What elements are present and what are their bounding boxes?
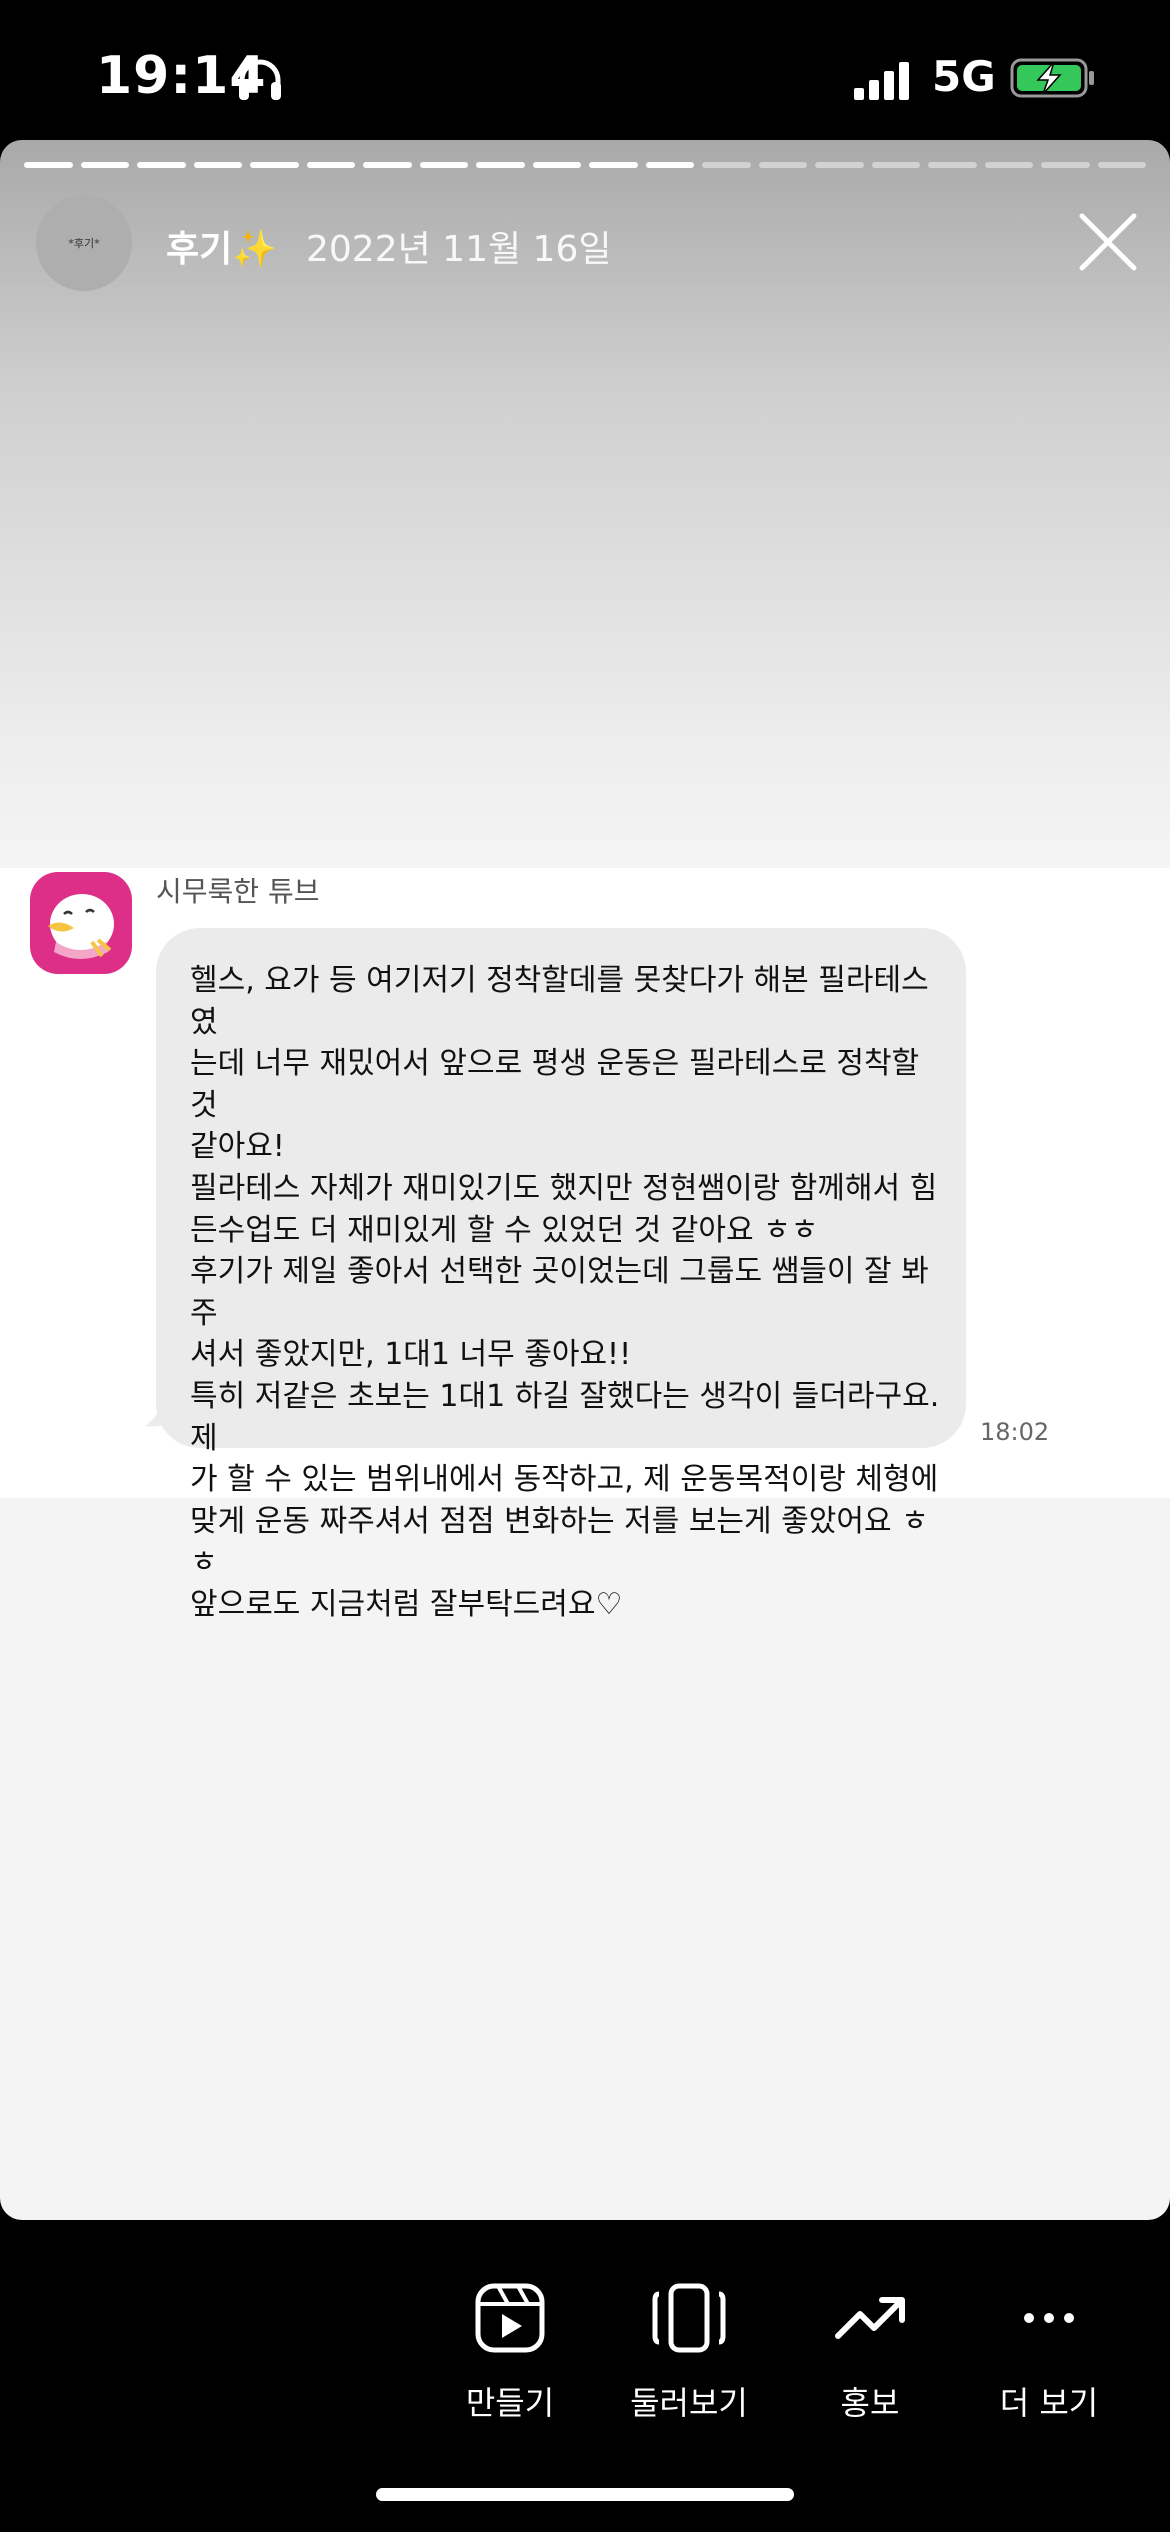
toolbar-promote-button[interactable]: 홍보 (785, 2280, 955, 2424)
story-progress-bar (24, 162, 1146, 168)
story-progress-segment (419, 162, 468, 168)
duck-character-icon (48, 894, 114, 959)
more-icon (1024, 2313, 1074, 2323)
story-progress-segment (702, 162, 751, 168)
story-progress-segment (1041, 162, 1090, 168)
chat-message-text: 헬스, 요가 등 여기저기 정착할데를 못찾다가 해본 필라테스였 는데 너무 … (190, 963, 940, 1622)
story-date: 2022년 11월 16일 (306, 229, 612, 270)
story-progress-segment (80, 162, 129, 168)
story-progress-segment (250, 162, 299, 168)
toolbar-more-label: 더 보기 (999, 2384, 1099, 2422)
story-progress-segment (532, 162, 581, 168)
browse-icon (652, 2283, 726, 2353)
story-progress-segment (589, 162, 638, 168)
toolbar-promote-label: 홍보 (840, 2384, 900, 2422)
toolbar-create-button[interactable]: 만들기 (425, 2280, 595, 2424)
home-indicator[interactable] (376, 2488, 794, 2501)
toolbar-create-label: 만들기 (465, 2384, 555, 2422)
story-progress-segment (984, 162, 1033, 168)
close-icon[interactable] (1076, 210, 1140, 274)
story-progress-segment (306, 162, 355, 168)
chat-timestamp: 18:02 (980, 1418, 1050, 1446)
trend-up-icon (835, 2297, 905, 2339)
story-progress-segment (137, 162, 186, 168)
story-progress-segment (1097, 162, 1146, 168)
story-progress-segment (871, 162, 920, 168)
story-progress-segment (363, 162, 412, 168)
story-progress-segment (758, 162, 807, 168)
story-progress-segment (645, 162, 694, 168)
headphones-icon (239, 59, 281, 100)
account-avatar-text: *후기* (68, 237, 100, 250)
story-card[interactable]: *후기* 후기✨ 2022년 11월 16일 시무룩한 튜브 헬스, 요가 등 … (0, 140, 1170, 2220)
chat-sender-name: 시무룩한 튜브 (156, 875, 320, 908)
story-progress-segment (24, 162, 73, 168)
chat-screenshot: 시무룩한 튜브 헬스, 요가 등 여기저기 정착할데를 못찾다가 해본 필라테스… (0, 868, 1170, 1622)
story-progress-segment (476, 162, 525, 168)
reels-icon (475, 2283, 545, 2353)
account-avatar[interactable]: *후기* (36, 195, 132, 291)
story-progress-segment (193, 162, 242, 168)
story-progress-segment (815, 162, 864, 168)
toolbar-browse-label: 둘러보기 (630, 2384, 748, 2422)
account-name[interactable]: 후기✨ (166, 220, 277, 272)
status-bar: 19:14 5G (0, 0, 1170, 140)
toolbar-more-button[interactable]: 더 보기 (964, 2280, 1134, 2424)
network-type: 5G (932, 52, 996, 101)
battery-charging-icon (1010, 58, 1094, 98)
toolbar-browse-button[interactable]: 둘러보기 (604, 2280, 774, 2424)
cellular-signal-icon (854, 62, 909, 100)
chat-avatar (30, 872, 132, 974)
story-progress-segment (928, 162, 977, 168)
